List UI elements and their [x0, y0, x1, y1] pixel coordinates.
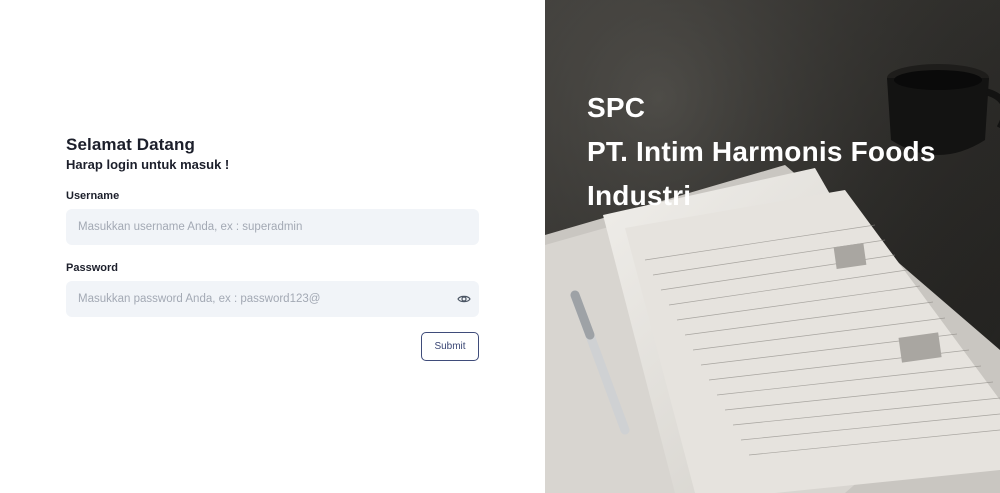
company-brand: SPC PT. Intim Harmonis Foods Industri: [587, 86, 936, 218]
brand-line-industri: Industri: [587, 180, 692, 211]
form-actions: Submit: [66, 332, 479, 361]
hero-panel: SPC PT. Intim Harmonis Foods Industri: [545, 0, 1000, 493]
brand-line-company: PT. Intim Harmonis Foods: [587, 136, 936, 167]
login-subtitle: Harap login untuk masuk !: [66, 157, 230, 172]
brand-line-spc: SPC: [587, 92, 646, 123]
login-panel: Selamat Datang Harap login untuk masuk !…: [0, 0, 545, 493]
submit-button[interactable]: Submit: [421, 332, 479, 361]
username-input[interactable]: [66, 209, 479, 245]
username-field-wrapper: [66, 209, 479, 245]
username-label: Username: [66, 190, 120, 202]
login-form: Selamat Datang Harap login untuk masuk !…: [66, 135, 479, 361]
password-input[interactable]: [66, 281, 479, 317]
eye-icon[interactable]: [455, 290, 473, 308]
password-label: Password: [66, 262, 118, 274]
hero-background-image: [545, 0, 1000, 493]
password-field-wrapper: [66, 281, 479, 317]
welcome-title: Selamat Datang: [66, 135, 195, 154]
